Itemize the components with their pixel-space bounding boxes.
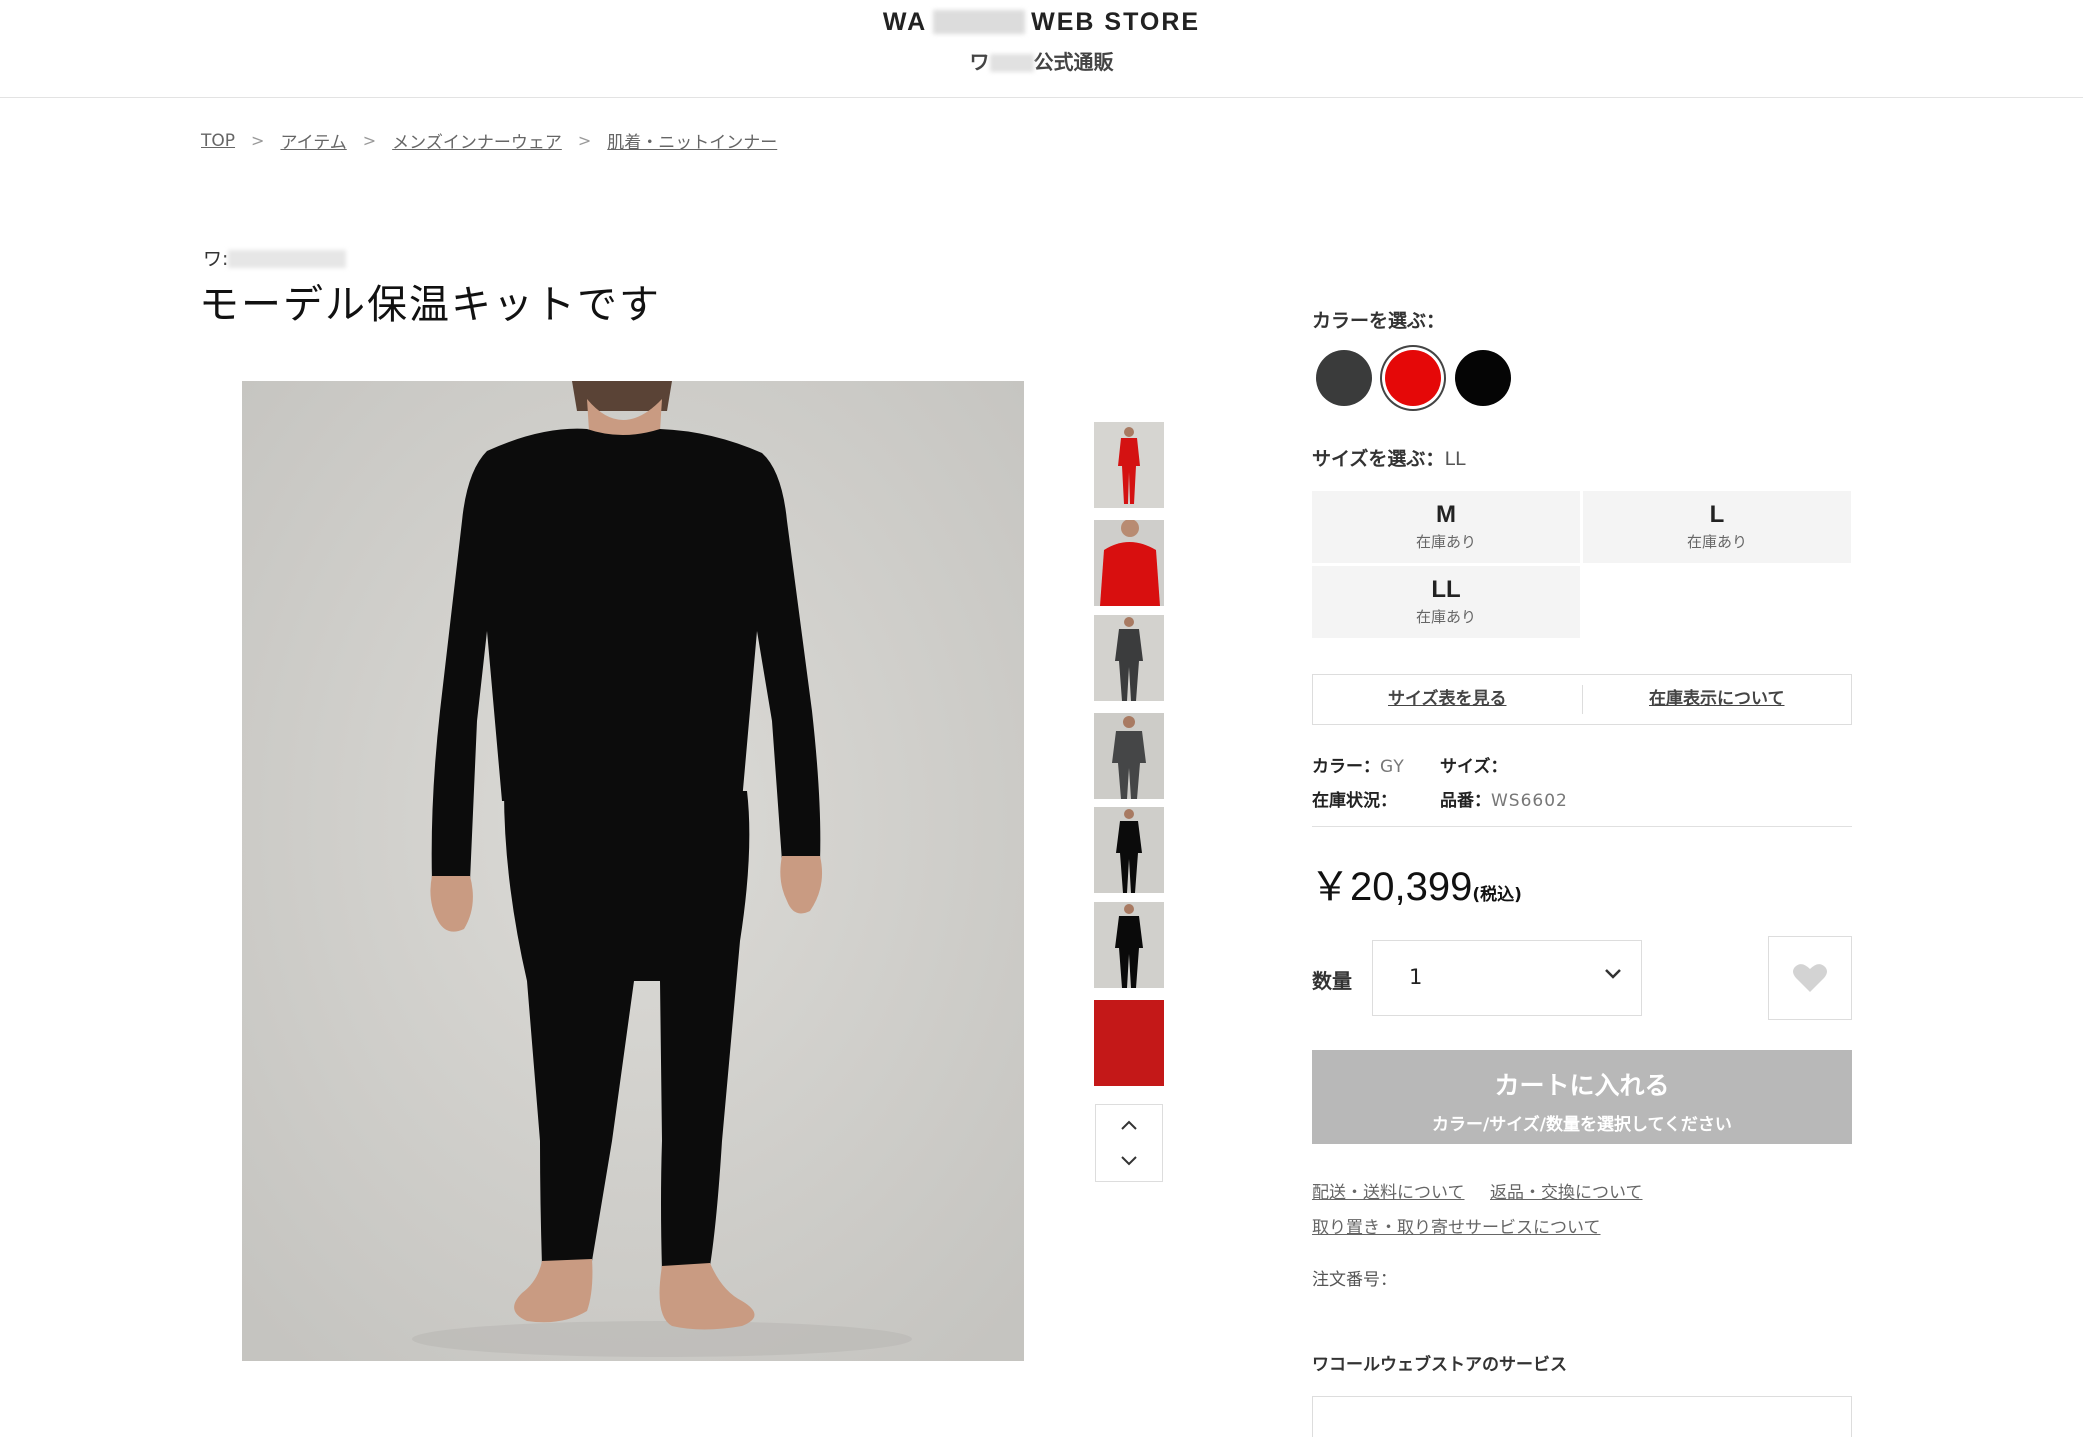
price-tax-note: (税込) — [1472, 885, 1522, 905]
size-select-label-text: サイズを選ぶ： — [1312, 448, 1445, 470]
breadcrumb: TOP > アイテム > メンズインナーウェア > 肌着・ニットインナー — [201, 128, 777, 154]
model-photo — [242, 381, 1024, 1361]
site-header: WA WEB STORE ワ 公式通販 — [0, 0, 2083, 98]
subtitle-left: ワ — [969, 50, 990, 74]
meta-color-value: GY — [1380, 757, 1405, 777]
product-price: ￥20,399(税込) — [1310, 854, 1522, 912]
stock-info-link[interactable]: 在庫表示について — [1583, 675, 1852, 724]
reserve-service-link[interactable]: 取り置き・取り寄せサービスについて — [1312, 1213, 1601, 1238]
size-stock: 在庫あり — [1415, 533, 1476, 551]
order-number-label: 注文番号： — [1312, 1270, 1397, 1290]
thumb-image — [1094, 902, 1164, 988]
color-swatch-black[interactable] — [1455, 350, 1511, 406]
thumb-image — [1094, 422, 1164, 508]
thumb-image — [1094, 807, 1164, 893]
chevron-down-icon — [1605, 969, 1621, 979]
quantity-label: 数量 — [1312, 969, 1352, 993]
meta-size-label: サイズ： — [1440, 757, 1508, 777]
cart-button-hint: カラー/サイズ/数量を選択してください — [1432, 1115, 1732, 1135]
chevron-down-icon — [1121, 1156, 1137, 1166]
meta-sku-value: WS6602 — [1491, 791, 1568, 811]
divider — [1312, 826, 1852, 827]
thumbnail-down-button[interactable] — [1096, 1143, 1162, 1179]
brand-text: ワ: — [203, 248, 229, 270]
size-info-links: サイズ表を見る 在庫表示について — [1312, 674, 1852, 725]
meta-stock-label: 在庫状況： — [1312, 791, 1397, 811]
meta-stock: 在庫状況： — [1312, 786, 1397, 811]
breadcrumb-mens-inner[interactable]: メンズインナーウェア — [392, 128, 562, 153]
logo-redacted — [933, 10, 1026, 34]
selected-size: LL — [1444, 448, 1466, 470]
product-main-image[interactable] — [242, 381, 1024, 1361]
breadcrumb-separator: > — [362, 131, 377, 150]
thumbnail-gray-full[interactable] — [1094, 615, 1164, 701]
color-select-label: カラーを選ぶ： — [1312, 310, 1446, 332]
color-swatch-red[interactable] — [1385, 350, 1441, 406]
size-name: LL — [1431, 576, 1461, 603]
thumbnail-black-pose[interactable] — [1094, 902, 1164, 988]
size-option-l[interactable]: L 在庫あり — [1583, 491, 1851, 563]
size-name: M — [1436, 501, 1456, 528]
color-swatch-charcoal[interactable] — [1316, 350, 1372, 406]
quantity-select[interactable]: 1 — [1372, 940, 1642, 1016]
meta-color: カラー：GY — [1312, 752, 1405, 777]
breadcrumb-items[interactable]: アイテム — [280, 128, 346, 153]
service-panel — [1312, 1396, 1852, 1437]
thumb-image — [1094, 520, 1164, 606]
subtitle-right: 公式通販 — [1033, 50, 1114, 74]
size-option-m[interactable]: M 在庫あり — [1312, 491, 1580, 563]
thumbnail-red-full[interactable] — [1094, 422, 1164, 508]
thumbnail-up-button[interactable] — [1096, 1107, 1162, 1143]
service-heading: ワコールウェブストアのサービス — [1312, 1355, 1567, 1375]
heart-icon — [1793, 964, 1827, 992]
subtitle-redacted — [989, 54, 1034, 72]
breadcrumb-separator: > — [251, 131, 265, 150]
thumbnail-black-full[interactable] — [1094, 807, 1164, 893]
breadcrumb-knit-inner[interactable]: 肌着・ニットインナー — [607, 128, 777, 153]
size-name: L — [1709, 501, 1725, 528]
shipping-link[interactable]: 配送・送料について — [1312, 1178, 1465, 1203]
size-stock: 在庫あり — [1686, 533, 1747, 551]
cart-button-label: カートに入れる — [1494, 1071, 1670, 1100]
returns-link[interactable]: 返品・交換について — [1490, 1178, 1643, 1203]
store-subtitle: ワ 公式通販 — [0, 46, 2083, 75]
meta-sku: 品番：WS6602 — [1440, 786, 1568, 811]
breadcrumb-separator: > — [577, 131, 592, 150]
thumbnail-red-fabric[interactable] — [1094, 1000, 1164, 1086]
size-option-ll[interactable]: LL 在庫あり — [1312, 566, 1580, 638]
thumb-image — [1094, 615, 1164, 701]
size-select-label: サイズを選ぶ：LL — [1312, 444, 1466, 471]
thumb-image — [1094, 713, 1164, 799]
logo-text-left: WA — [882, 8, 928, 36]
thumbnail-red-upper[interactable] — [1094, 520, 1164, 606]
brand-redacted — [228, 250, 347, 268]
product-title: モーデル保温キットです — [199, 282, 661, 328]
thumbnail-gray-pose[interactable] — [1094, 713, 1164, 799]
price-amount: ￥20,399 — [1310, 865, 1473, 909]
logo-text-right: WEB STORE — [1031, 8, 1201, 36]
meta-sku-label: 品番： — [1440, 791, 1491, 811]
add-to-cart-button[interactable]: カートに入れる カラー/サイズ/数量を選択してください — [1312, 1050, 1852, 1144]
quantity-value: 1 — [1409, 965, 1423, 989]
thumbnail-scroll-control — [1095, 1104, 1163, 1182]
chevron-up-icon — [1121, 1120, 1137, 1130]
store-logo[interactable]: WA WEB STORE — [0, 8, 2083, 37]
meta-size: サイズ： — [1440, 752, 1508, 777]
favorite-button[interactable] — [1768, 936, 1852, 1020]
meta-color-label: カラー： — [1312, 757, 1380, 777]
size-stock: 在庫あり — [1415, 608, 1476, 626]
size-chart-link[interactable]: サイズ表を見る — [1313, 675, 1582, 724]
product-brand[interactable]: ワ: — [203, 244, 347, 271]
breadcrumb-top[interactable]: TOP — [201, 131, 235, 151]
